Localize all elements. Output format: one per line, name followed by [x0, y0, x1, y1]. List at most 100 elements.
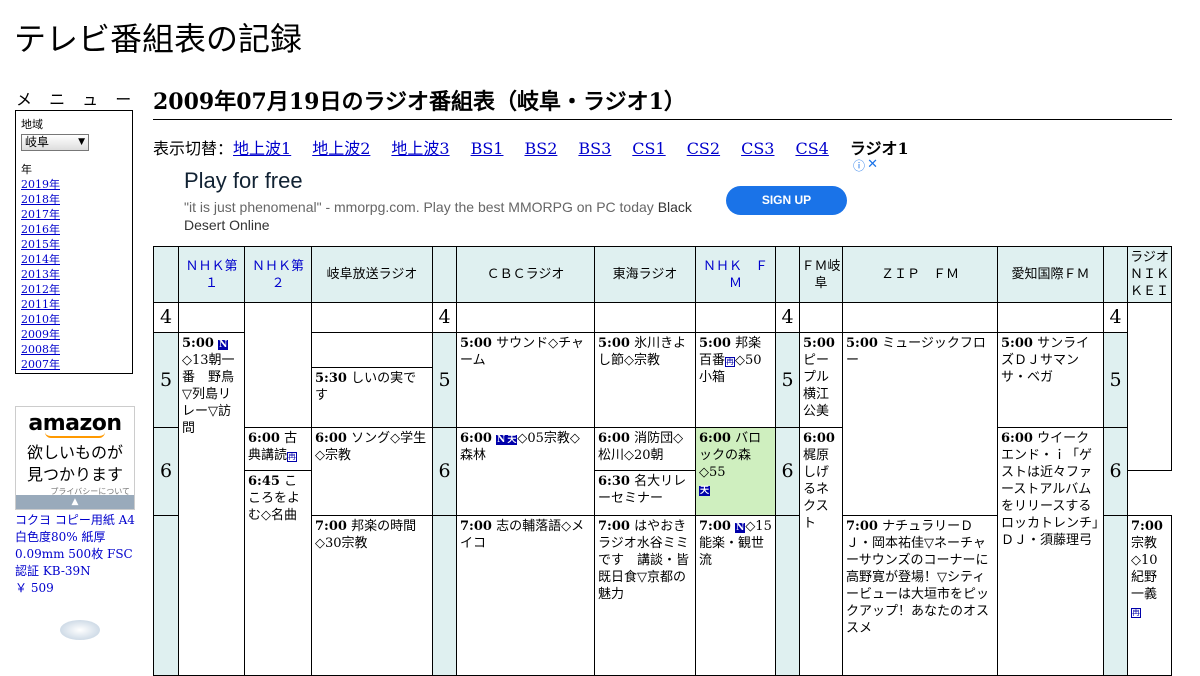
site-title: テレビ番組表の記録 — [14, 20, 303, 58]
hour-cell-7 — [432, 515, 457, 676]
year-link-2012[interactable]: 2012年 — [21, 282, 127, 297]
product-price: ￥ 509 — [15, 581, 54, 595]
program-time: 5:00 — [1001, 336, 1033, 351]
program-time: 7:00 — [1131, 519, 1163, 534]
menu-heading: メ ニ ュ ー — [16, 90, 138, 109]
year-link-2008[interactable]: 2008年 — [21, 342, 127, 357]
program-empty — [178, 302, 245, 333]
program-time: 7:00 — [598, 519, 630, 534]
channel-link-nhk1[interactable]: ＮＨＫ第１ — [185, 259, 237, 291]
hour-cell-5: 5 — [432, 332, 457, 428]
year-link-2019[interactable]: 2019年 — [21, 177, 127, 192]
hour-cell-7 — [1103, 515, 1128, 676]
program-aichi-0500[interactable]: 5:00 サンライズＤＪサマンサ・ベガ — [997, 332, 1104, 428]
program-nhkfm-0700[interactable]: 7:00 N◇15能楽・観世流 — [695, 515, 776, 676]
year-link-2010[interactable]: 2010年 — [21, 312, 127, 327]
program-nhkfm-0600[interactable]: 6:00 バロックの森◇55 天 — [695, 427, 776, 516]
ad-close-icon[interactable]: ✕ — [867, 156, 878, 172]
year-link-2014[interactable]: 2014年 — [21, 252, 127, 267]
channel-header-nhkfm[interactable]: ＮＨＫ ＦＭ — [695, 246, 776, 303]
program-cbc-0700[interactable]: 7:00 志の輔落語◇メイコ — [456, 515, 595, 676]
program-empty — [311, 332, 433, 368]
year-link-2017[interactable]: 2017年 — [21, 207, 127, 222]
hour-header-blank — [432, 246, 457, 303]
year-list: 2019年 2018年 2017年 2016年 2015年 2014年 2013… — [21, 177, 127, 372]
ad-desc-text: "it is just phenomenal" - mmorpg.com. Pl… — [184, 199, 654, 215]
channel-header-zip: ＺＩＰ ＦＭ — [842, 246, 998, 303]
channel-link-nhkfm[interactable]: ＮＨＫ ＦＭ — [703, 259, 768, 291]
year-link-2007[interactable]: 2007年 — [21, 357, 127, 372]
dropdown-arrow-icon: ▼ — [78, 137, 85, 147]
chevron-up-icon[interactable]: ▲ — [16, 495, 134, 509]
program-cbc-0500[interactable]: 5:00 サウンド◇チャーム — [456, 332, 595, 428]
program-time: 6:00 — [699, 431, 731, 446]
program-empty — [695, 302, 776, 333]
program-empty — [1127, 302, 1172, 471]
program-time: 6:00 — [803, 431, 835, 446]
program-zip-0500[interactable]: 5:00 ミュージックフロー — [842, 332, 998, 516]
product-image[interactable] — [60, 620, 100, 640]
year-label: 年 — [21, 163, 32, 176]
program-aichi-0600[interactable]: 6:00 ウイークエンド・ｉ「ゲストは近々ファーストアルバムをリリースするロッカ… — [997, 427, 1104, 676]
program-nhk2-0600[interactable]: 6:00 古典講読再 — [244, 427, 312, 471]
channel-header-nhk1[interactable]: ＮＨＫ第１ — [178, 246, 245, 303]
year-link-2018[interactable]: 2018年 — [21, 192, 127, 207]
program-time: 7:00 — [460, 519, 492, 534]
program-zip-0700[interactable]: 7:00 ナチュラリーＤＪ・岡本祐佳▽ネーチャーサウンズのコーナーに高野寛が登場… — [842, 515, 998, 676]
program-nhk2-0645[interactable]: 6:45 こころをよむ◇名曲 — [244, 470, 312, 676]
region-label: 地域 — [21, 118, 43, 131]
hour-cell-4: 4 — [1103, 302, 1128, 333]
program-tokai-0630[interactable]: 6:30 名大リレーセミナー — [594, 470, 696, 516]
product-text: コクヨ コピー用紙 A4 白色度80% 紙厚 0.09mm 500枚 FSC認証… — [15, 513, 135, 578]
product-link[interactable]: コクヨ コピー用紙 A4 白色度80% 紙厚 0.09mm 500枚 FSC認証… — [15, 512, 137, 597]
weather-mark-icon: 天 — [506, 435, 518, 445]
news-mark-icon: N — [496, 435, 507, 445]
year-link-2015[interactable]: 2015年 — [21, 237, 127, 252]
channel-header-nhk2[interactable]: ＮＨＫ第２ — [244, 246, 312, 303]
rebroadcast-mark-icon: 再 — [287, 452, 298, 462]
program-nikkei-0700[interactable]: 7:00 宗教◇10紀野一義再 — [1127, 515, 1172, 676]
program-empty — [842, 302, 998, 333]
year-link-2016[interactable]: 2016年 — [21, 222, 127, 237]
program-gifu-0700[interactable]: 7:00 邦楽の時間◇30宗教 — [311, 515, 433, 676]
hour-cell-4: 4 — [432, 302, 457, 333]
weather-mark-icon: 天 — [699, 486, 711, 496]
program-tokai-0600[interactable]: 6:00 消防団◇松川◇20朝 — [594, 427, 696, 471]
ad-info-icon[interactable]: ⓘ — [853, 157, 865, 174]
program-cbc-0600[interactable]: 6:00 N 天◇05宗教◇森林 — [456, 427, 595, 516]
hour-cell-7 — [153, 515, 179, 676]
program-fmgifu-0500[interactable]: 5:00 ピープル横江公美 — [799, 332, 843, 428]
channel-header-fmgifu: ＦＭ岐阜 — [799, 246, 843, 303]
year-link-2013[interactable]: 2013年 — [21, 267, 127, 282]
channel-header-tokai: 東海ラジオ — [594, 246, 696, 303]
program-time: 6:00 — [1001, 431, 1033, 446]
amazon-ad[interactable]: amazon 欲しいものが 見つかります プライバシーについて ▲ — [15, 406, 135, 510]
ad-signup-button[interactable]: SIGN UP — [726, 186, 847, 215]
hour-cell-5: 5 — [775, 332, 800, 428]
ad-headline[interactable]: Play for free — [184, 168, 303, 194]
program-nhk1-0500[interactable]: 5:00 N ◇13朝一番 野鳥▽列島リレー▽訪問 — [178, 332, 245, 676]
amazon-logo: amazon — [28, 411, 122, 436]
program-tokai-0700[interactable]: 7:00 はやおきラジオ水谷ミミです 講談・皆既日食▽京都の魅力 — [594, 515, 696, 676]
hour-cell-6: 6 — [432, 427, 457, 516]
program-fmgifu-0600[interactable]: 6:00 梶原しげるネクスト — [799, 427, 843, 676]
program-nhkfm-0500[interactable]: 5:00 邦楽百番再◇50小箱 — [695, 332, 776, 428]
program-tokai-0500[interactable]: 5:00 氷川きよし節◇宗教 — [594, 332, 696, 428]
schedule-table: ＮＨＫ第１ ＮＨＫ第２ 岐阜放送ラジオ ＣＢＣラジオ 東海ラジオ ＮＨＫ ＦＭ … — [153, 246, 1172, 676]
year-link-2011[interactable]: 2011年 — [21, 297, 127, 312]
banner-ad[interactable]: Play for free "it is just phenomenal" - … — [153, 156, 881, 246]
program-time: 5:00 — [803, 336, 835, 351]
program-gifu-0530[interactable]: 5:30 しいの実です — [311, 367, 433, 428]
year-link-2009[interactable]: 2009年 — [21, 327, 127, 342]
channel-header-cbc: ＣＢＣラジオ — [456, 246, 595, 303]
program-gifu-0600[interactable]: 6:00 ソング◇学生◇宗教 — [311, 427, 433, 516]
channel-link-nhk2[interactable]: ＮＨＫ第２ — [252, 259, 304, 291]
program-empty — [244, 302, 312, 428]
program-time: 6:30 — [598, 474, 630, 489]
program-title: ナチュラリーＤＪ・岡本祐佳▽ネーチャーサウンズのコーナーに高野寛が登場！▽シティ… — [846, 519, 990, 636]
region-select[interactable]: 岐阜 ▼ — [21, 134, 89, 151]
amazon-tagline-1: 欲しいものが — [26, 443, 123, 462]
hour-cell-4: 4 — [775, 302, 800, 333]
page-title: 2009年07月19日のラジオ番組表（岐阜・ラジオ1） — [153, 84, 1172, 120]
program-time: 7:00 — [846, 519, 878, 534]
